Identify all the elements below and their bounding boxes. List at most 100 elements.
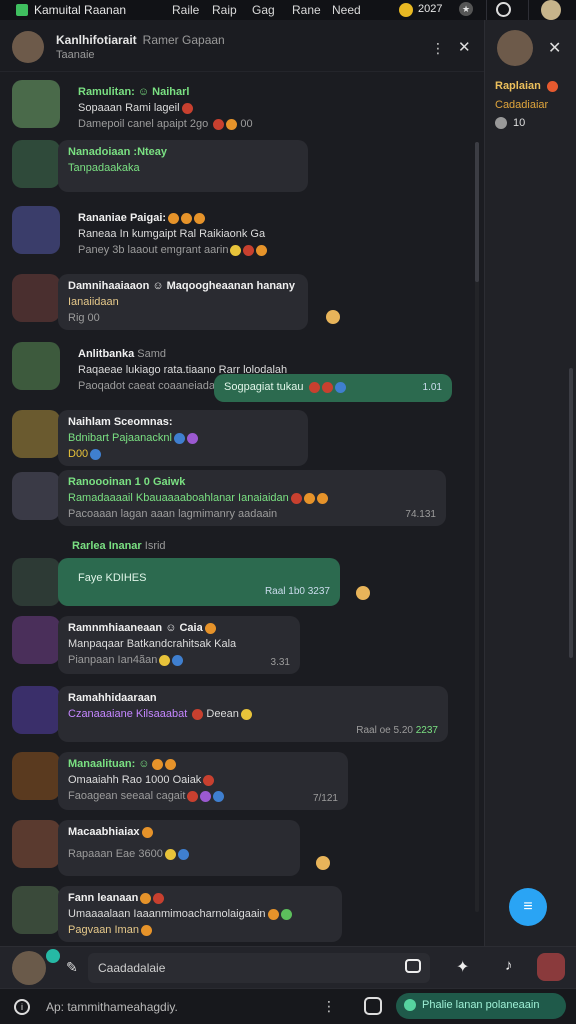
message-body: Rananiae Paigai: Raneaa In kumgaipt Ral … xyxy=(68,206,368,262)
message-avatar[interactable] xyxy=(12,472,60,520)
message-avatar[interactable] xyxy=(12,410,60,458)
composer-avatar[interactable] xyxy=(12,951,46,985)
message-text: Manpaqaar Batkandcrahitsak Kala xyxy=(68,638,237,650)
message-body: Naihlam Sceomnas: Bdnibart Pajaanacknl D… xyxy=(58,410,308,466)
message-text: Czanaaaiane Kilsaaabat Deean xyxy=(68,708,438,720)
message-author: Ranoooinan 1 0 Gaiwk xyxy=(68,476,186,488)
message-body: Ramnmhiaaneaan ☺ Caia Manpaqaar Batkandc… xyxy=(58,616,300,674)
message-avatar[interactable] xyxy=(12,616,60,664)
message-avatar[interactable] xyxy=(12,820,60,868)
footer-hint: Ap: tammithameahagdiy. xyxy=(46,1000,178,1014)
message-item: Fann leanaan Umaaaalaan Iaaanmimoacharno… xyxy=(12,886,342,942)
message-meta: Rig 00 xyxy=(68,312,100,324)
message-author: Manaalituan: ☺ xyxy=(68,758,338,770)
message-text: Umaaaalaan Iaaanmimoacharnolaigaain xyxy=(68,908,332,920)
attach-icon[interactable]: ✎ xyxy=(66,959,78,976)
divider xyxy=(486,0,487,20)
chat-subtitle: Ramer Gapaan xyxy=(142,32,225,47)
message-meta: Paney 3b laaout emgrant aarin xyxy=(78,244,358,256)
message-author: Macaabhiaiax xyxy=(68,826,290,838)
message-item: Damnihaaiaaon ☺ Maqoogheaanan hanany Ian… xyxy=(12,274,308,330)
reaction-icon[interactable] xyxy=(356,586,370,600)
chat-title: Kanlhifotiarait xyxy=(56,32,137,47)
message-avatar[interactable] xyxy=(12,752,60,800)
message-avatar[interactable] xyxy=(12,140,60,188)
members-icon xyxy=(495,117,507,129)
message-avatar[interactable] xyxy=(12,558,60,606)
message-avatar[interactable] xyxy=(12,80,60,128)
message-author: Fann leanaan xyxy=(68,892,332,904)
message-author: Naihlam Sceomnas: xyxy=(68,416,173,428)
message-body: Macaabhiaiax Rapaaan Eae 3600 xyxy=(58,820,300,876)
info-icon[interactable]: i xyxy=(14,999,30,1015)
message-timestamp: 3.31 xyxy=(270,657,290,668)
message-item: Ranoooinan 1 0 Gaiwk Ramadaaaail Kbauaaa… xyxy=(12,470,446,526)
status-badge xyxy=(46,949,60,963)
message-author: Nanadoiaan :Nteay xyxy=(68,146,168,158)
new-message-button[interactable]: ≡ xyxy=(509,888,547,926)
side-panel: ✕ Raplaian Cadadiaiar 10 xyxy=(484,20,576,946)
mic-icon[interactable]: ♪ xyxy=(505,957,513,974)
message-item: Rananiae Paigai: Raneaa In kumgaipt Ral … xyxy=(12,206,268,256)
status-dot-icon xyxy=(404,999,416,1012)
message-meta: D00 xyxy=(68,448,298,460)
nav-item-1[interactable]: Raile xyxy=(172,3,204,17)
message-author: Anlitbanka Samd xyxy=(78,348,167,360)
emoji-icon[interactable] xyxy=(364,997,382,1015)
members-count: 10 xyxy=(513,117,526,129)
notifications-icon[interactable]: ★ xyxy=(459,2,473,16)
message-avatar[interactable] xyxy=(12,342,60,390)
message-body: Ramahhidaaraan Czanaaaiane Kilsaaabat De… xyxy=(58,686,448,742)
camera-icon[interactable] xyxy=(405,959,421,973)
user-avatar[interactable] xyxy=(541,0,561,20)
message-meta: Pagvaan Iman xyxy=(68,924,332,936)
message-item: Naihlam Sceomnas: Bdnibart Pajaanacknl D… xyxy=(12,410,308,466)
nav-item-2[interactable]: Raip xyxy=(212,3,244,17)
message-text: Bdnibart Pajaanacknl xyxy=(68,432,298,444)
more-options-icon[interactable]: ⋮ xyxy=(322,998,336,1015)
clock-icon[interactable] xyxy=(496,2,511,17)
reaction-icon[interactable] xyxy=(326,310,340,324)
message-avatar[interactable] xyxy=(12,274,60,322)
top-bar: Kamuital Raanan Raile Raip Gag Rane Need… xyxy=(0,0,576,20)
nav-item-4[interactable]: Rane xyxy=(292,3,324,17)
more-options-icon[interactable]: ⋮ xyxy=(431,40,445,57)
coin-count: 2027 xyxy=(418,3,443,15)
message-item: Manaalituan: ☺ Omaaiahh Rao 1000 Oaiak F… xyxy=(12,752,348,810)
profile-avatar[interactable] xyxy=(497,30,533,66)
message-timestamp: 74.131 xyxy=(405,509,436,520)
message-author: Ramahhidaaraan xyxy=(68,692,157,704)
message-text: Sopaaan Rami lageil xyxy=(78,102,298,114)
message-avatar[interactable] xyxy=(12,886,60,934)
delete-button[interactable] xyxy=(537,953,565,981)
message-meta: Rapaaan Eae 3600 xyxy=(68,848,290,860)
message-body: Ranoooinan 1 0 Gaiwk Ramadaaaail Kbauaaa… xyxy=(58,470,446,526)
close-icon[interactable]: ✕ xyxy=(458,38,471,56)
message-body: Fann leanaan Umaaaalaan Iaaanmimoacharno… xyxy=(58,886,342,942)
gift-icon[interactable]: ✦ xyxy=(456,957,469,977)
message-item xyxy=(12,558,60,606)
footer-pill-button[interactable]: Phalie lanan polaneaain xyxy=(396,993,566,1019)
nav-item-5[interactable]: Need xyxy=(332,3,364,17)
message-item: Nanadoiaan :Nteay Tanpadaakaka xyxy=(12,140,308,192)
outgoing-message: Faye KDIHES Raal 1b0 3237 xyxy=(58,558,340,606)
close-icon[interactable]: ✕ xyxy=(548,38,561,58)
message-text: Raneaa In kumgaipt Ral Raikiaonk Ga xyxy=(78,228,266,240)
message-input[interactable]: Caadadalaie xyxy=(88,953,430,983)
message-meta: Faoagean seeaal cagait xyxy=(68,790,338,802)
message-list: Ramulitan: ☺ Naiharl Sopaaan Rami lageil… xyxy=(0,76,484,946)
message-author: Ramulitan: ☺ Naiharl xyxy=(78,86,190,98)
chat-avatar[interactable] xyxy=(12,30,44,63)
coin-icon xyxy=(399,3,413,17)
message-body: Damnihaaiaaon ☺ Maqoogheaanan hanany Ian… xyxy=(58,274,308,330)
status-badge xyxy=(547,81,558,92)
chat-scrollbar-thumb[interactable] xyxy=(475,142,479,282)
app-title: Kamuital Raanan xyxy=(34,3,127,17)
nav-item-3[interactable]: Gag xyxy=(252,3,284,17)
message-text: Ramadaaaail Kbauaaaaboahlanar Ianaiaidan xyxy=(68,492,436,504)
reaction-icon[interactable] xyxy=(316,856,330,870)
message-meta: Damepoil canel apaipt 2go 00 xyxy=(78,118,253,130)
message-avatar[interactable] xyxy=(12,206,60,254)
side-scrollbar[interactable] xyxy=(569,368,573,658)
message-avatar[interactable] xyxy=(12,686,60,734)
